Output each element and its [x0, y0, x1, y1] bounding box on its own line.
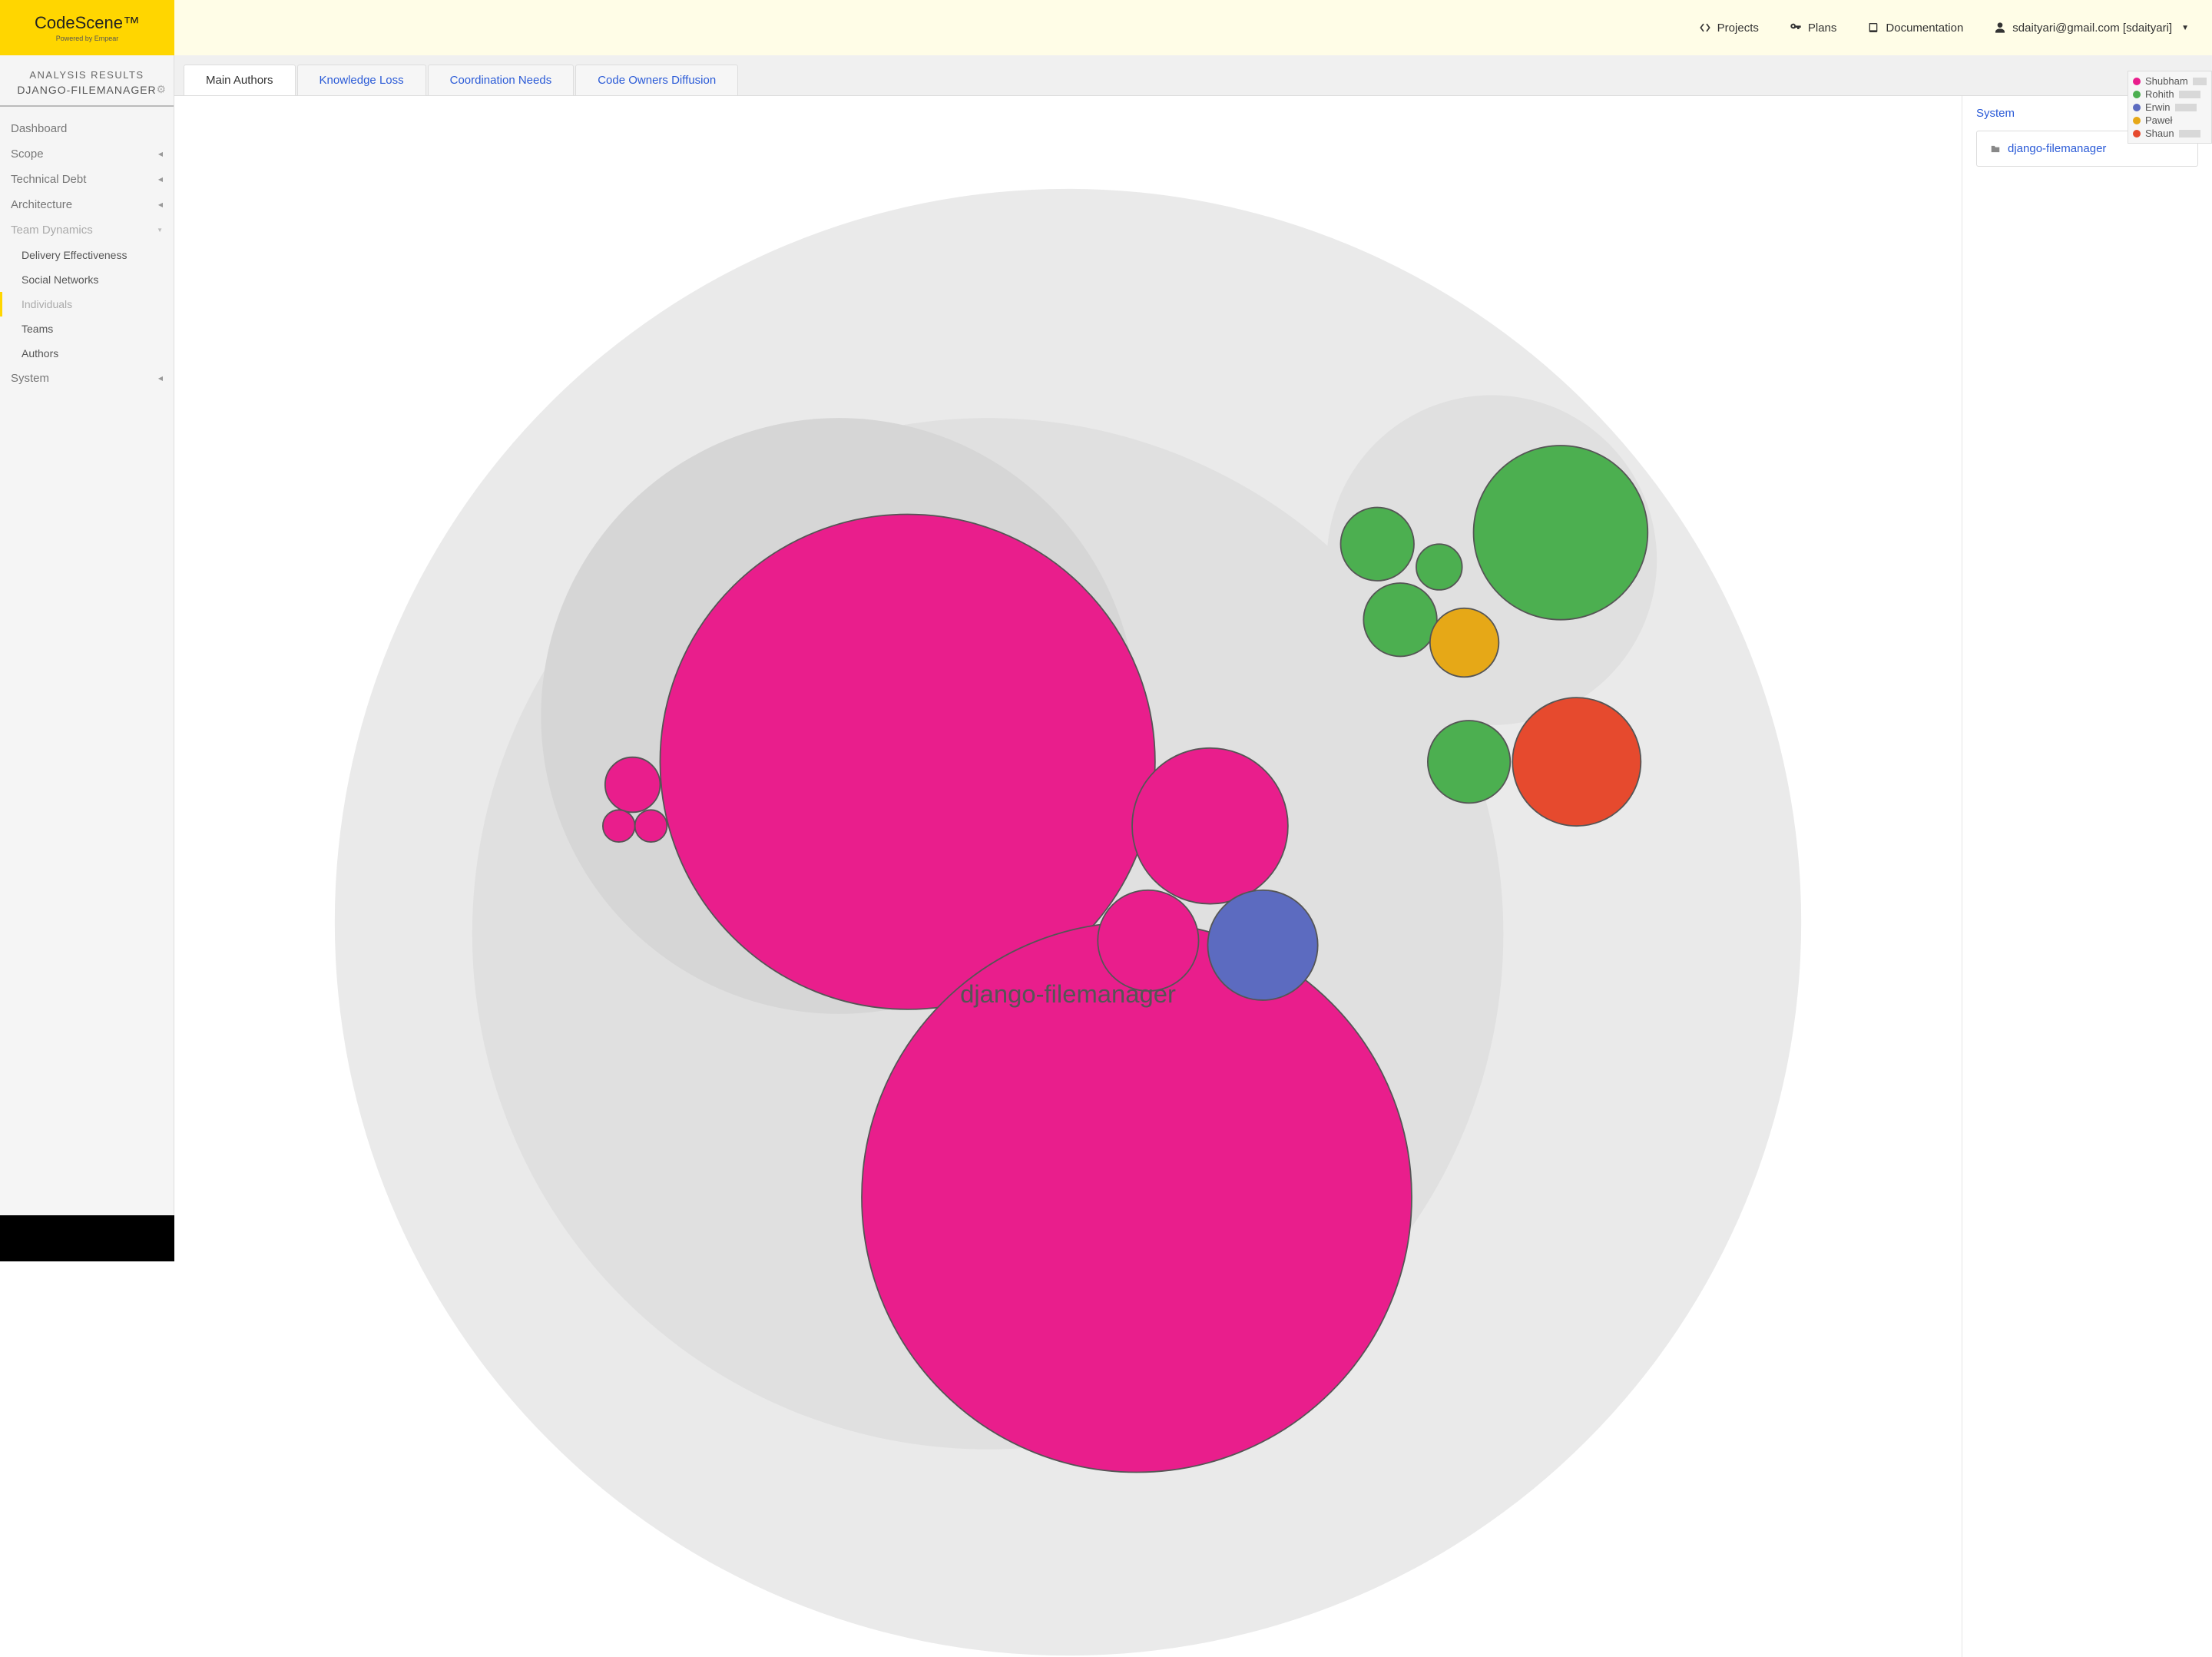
- viz-bubble[interactable]: [635, 810, 667, 842]
- nav-projects[interactable]: Projects: [1699, 22, 1759, 35]
- viz-bubble[interactable]: [1430, 608, 1499, 678]
- obscured-text: [2175, 104, 2197, 111]
- tab-knowledge-loss[interactable]: Knowledge Loss: [297, 65, 426, 95]
- chevron-down-icon: [157, 226, 163, 234]
- sidebar-item-individuals[interactable]: Individuals: [0, 292, 174, 316]
- viz-bubble[interactable]: [1098, 890, 1198, 991]
- sidebar-item-teams[interactable]: Teams: [0, 316, 174, 341]
- tab-diffusion[interactable]: Code Owners Diffusion: [575, 65, 738, 95]
- folder-name: django-filemanager: [2008, 142, 2106, 155]
- chevron-down-icon: ▼: [2181, 24, 2189, 32]
- viz-bubble[interactable]: [603, 810, 635, 842]
- legend-item: Shubham: [2133, 75, 2207, 88]
- viz-root-label: django-filemanager: [960, 979, 1176, 1008]
- nav-plans[interactable]: Plans: [1790, 22, 1837, 35]
- legend-dot: [2133, 130, 2141, 138]
- folder-icon: [1989, 144, 2002, 154]
- viz-bubble[interactable]: [1474, 446, 1648, 620]
- book-icon: [1867, 22, 1879, 34]
- brand-subtitle: Powered by Empear: [56, 35, 119, 42]
- sidebar-heading-2: DJANGO-FILEMANAGER: [8, 84, 166, 96]
- legend-item: Erwin: [2133, 101, 2207, 114]
- obscured-text: [2179, 130, 2200, 138]
- viz-area[interactable]: django-filemanager: [174, 96, 1962, 1657]
- nav-documentation[interactable]: Documentation: [1867, 22, 1963, 35]
- brand[interactable]: CodeScene™ Powered by Empear: [0, 0, 174, 55]
- sidebar-item-team-dynamics[interactable]: Team Dynamics: [0, 217, 174, 243]
- sidebar-item-architecture[interactable]: Architecture: [0, 192, 174, 217]
- legend-item: Paweł: [2133, 114, 2207, 127]
- chevron-left-icon: [158, 150, 163, 158]
- brand-title: CodeScene™: [35, 13, 140, 33]
- legend-item: Shaun: [2133, 127, 2207, 140]
- chevron-left-icon: [158, 175, 163, 184]
- sidebar-item-delivery[interactable]: Delivery Effectiveness: [0, 243, 174, 267]
- chevron-left-icon: [158, 200, 163, 209]
- main: ANALYSIS RESULTS DJANGO-FILEMANAGER ⚙ Da…: [0, 55, 2212, 1215]
- bubble-chart[interactable]: django-filemanager: [174, 96, 1962, 1657]
- legend-dot: [2133, 91, 2141, 98]
- tab-main-authors[interactable]: Main Authors: [184, 65, 296, 95]
- viz-bubble[interactable]: [1341, 508, 1414, 581]
- sidebar-list: Dashboard Scope Technical Debt Architect…: [0, 111, 174, 391]
- sidebar-item-authors[interactable]: Authors: [0, 341, 174, 366]
- right-panel: System django-filemanager: [1962, 96, 2212, 1657]
- legend-item: Rohith: [2133, 88, 2207, 101]
- viz-bubble[interactable]: [1416, 544, 1462, 590]
- header: CodeScene™ Powered by Empear Projects Pl…: [0, 0, 2212, 55]
- viz-bubble[interactable]: [1132, 748, 1288, 904]
- legend-dot: [2133, 78, 2141, 85]
- sidebar-item-technical-debt[interactable]: Technical Debt: [0, 167, 174, 192]
- sidebar-header: ANALYSIS RESULTS DJANGO-FILEMANAGER ⚙: [0, 55, 174, 96]
- content-area: Main Authors Knowledge Loss Coordination…: [174, 55, 2212, 1215]
- tab-coordination[interactable]: Coordination Needs: [428, 65, 575, 95]
- user-icon: [1994, 22, 2006, 34]
- viz-bubble[interactable]: [1207, 890, 1317, 1000]
- sidebar-heading-1: ANALYSIS RESULTS: [8, 69, 166, 81]
- sidebar-item-social[interactable]: Social Networks: [0, 267, 174, 292]
- viz-bubble[interactable]: [1512, 698, 1641, 826]
- viz-bubble[interactable]: [1428, 721, 1510, 803]
- tabs: Main Authors Knowledge Loss Coordination…: [174, 55, 2212, 95]
- gear-icon[interactable]: ⚙: [156, 83, 166, 96]
- code-icon: [1699, 22, 1711, 34]
- chevron-left-icon: [158, 374, 163, 383]
- sidebar-divider: [0, 105, 174, 107]
- sidebar: ANALYSIS RESULTS DJANGO-FILEMANAGER ⚙ Da…: [0, 55, 174, 1215]
- top-nav: Projects Plans Documentation sdaityari@g…: [174, 0, 2212, 55]
- sidebar-item-dashboard[interactable]: Dashboard: [0, 116, 174, 141]
- obscured-text: [2179, 91, 2200, 98]
- legend: Shubham Rohith Erwin Paweł Shaun: [2128, 71, 2212, 144]
- legend-dot: [2133, 104, 2141, 111]
- key-icon: [1790, 22, 1802, 34]
- nav-user-menu[interactable]: sdaityari@gmail.com [sdaityari] ▼: [1994, 22, 2189, 35]
- obscured-text: [2193, 78, 2207, 85]
- legend-dot: [2133, 117, 2141, 124]
- viz-bubble[interactable]: [605, 757, 661, 813]
- sidebar-item-system[interactable]: System: [0, 366, 174, 391]
- viz-bubble[interactable]: [1363, 583, 1436, 656]
- content-body: django-filemanager System django-fileman…: [174, 95, 2212, 1657]
- sidebar-item-scope[interactable]: Scope: [0, 141, 174, 167]
